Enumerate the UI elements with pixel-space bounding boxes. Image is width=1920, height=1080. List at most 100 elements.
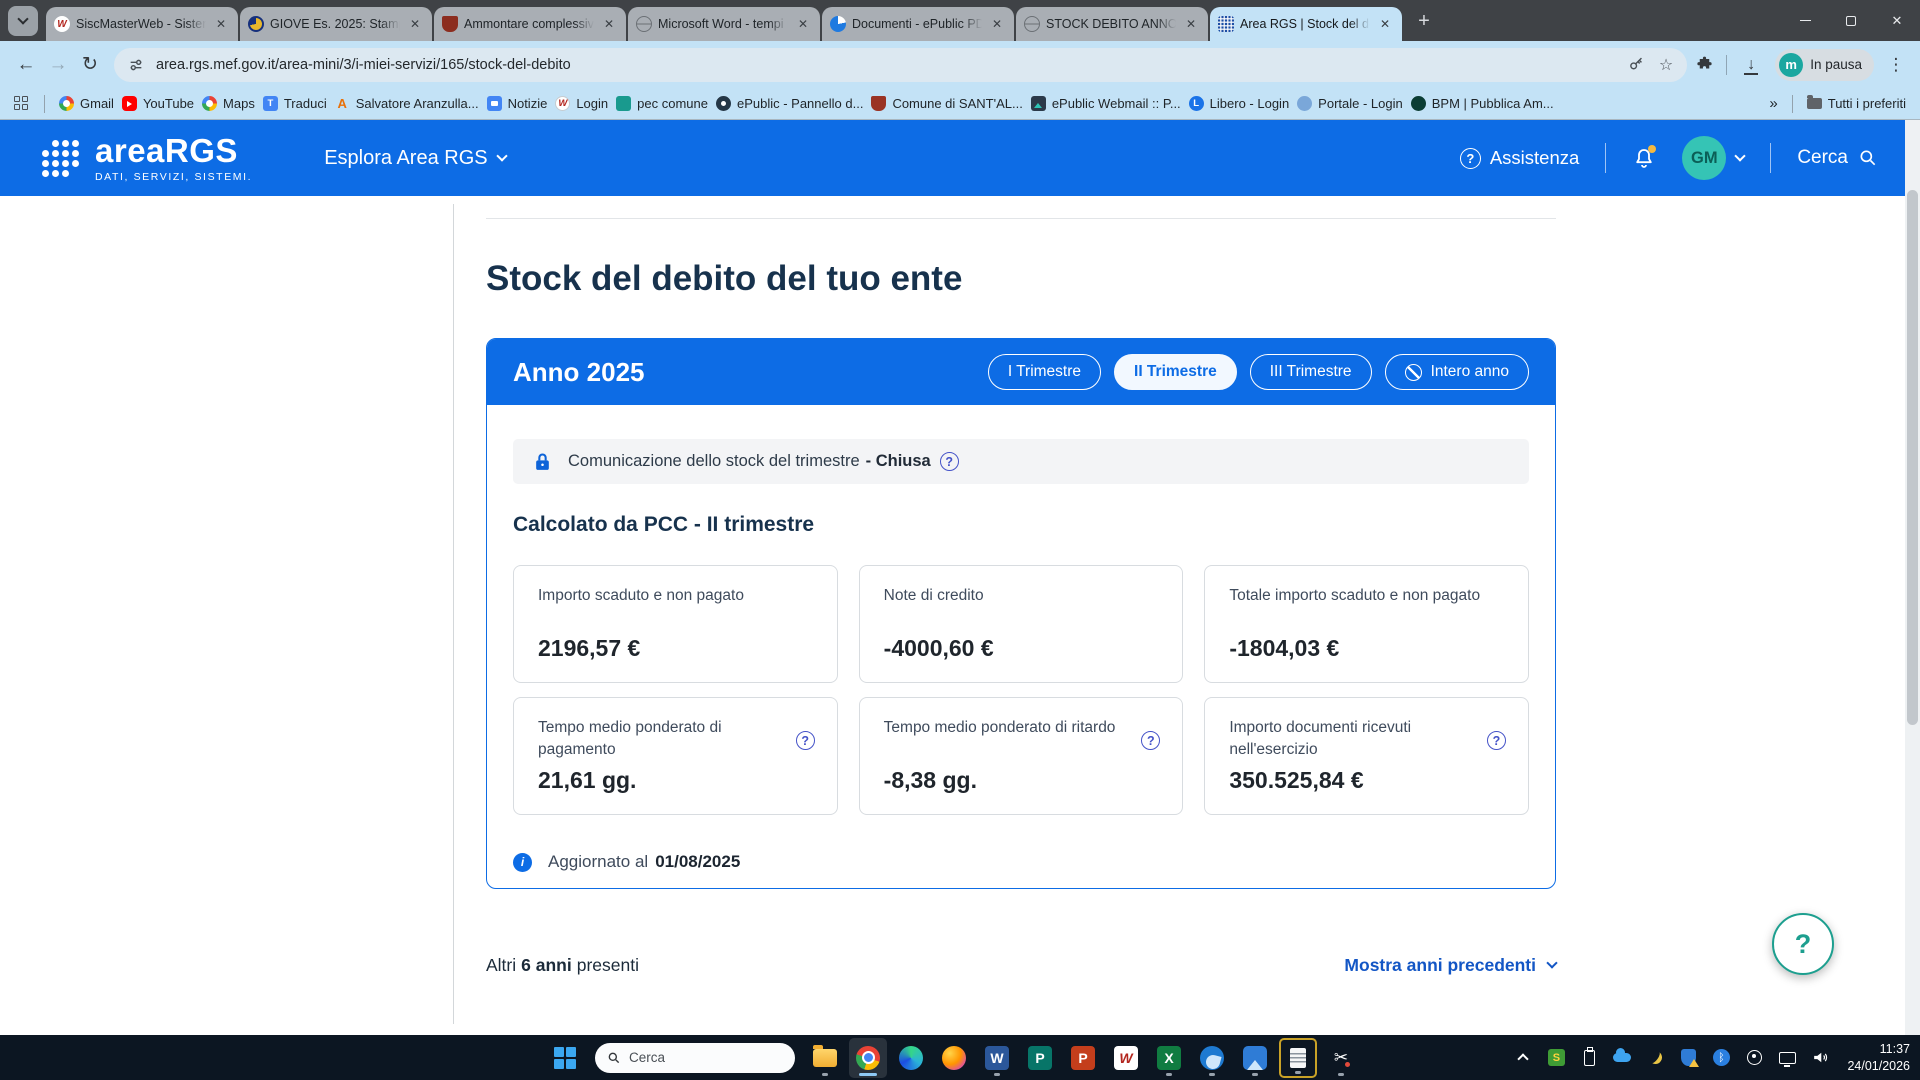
- bookmark-gmail[interactable]: Gmail: [59, 96, 114, 111]
- taskbar-photos[interactable]: [1236, 1038, 1274, 1078]
- shield-warning-icon: [1681, 1049, 1696, 1066]
- volume-tray-icon[interactable]: [1810, 1048, 1830, 1068]
- bookmark-epublic-pannello[interactable]: ePublic - Pannello d...: [716, 96, 863, 111]
- browser-tab[interactable]: Microsoft Word - tempi medi p ✕: [628, 7, 820, 41]
- browser-tab[interactable]: GIOVE Es. 2025: Stampa Quadri ✕: [240, 7, 432, 41]
- extensions-icon[interactable]: [1695, 55, 1714, 74]
- bluetooth-tray-icon[interactable]: ᛒ: [1711, 1048, 1731, 1068]
- help-fab-button[interactable]: ?: [1772, 913, 1834, 975]
- close-window-button[interactable]: ✕: [1874, 0, 1920, 41]
- bookmark-comune[interactable]: Comune di SANT'AL...: [871, 96, 1022, 111]
- bookmark-star-icon[interactable]: ☆: [1659, 55, 1673, 75]
- taskbar-edge[interactable]: [892, 1038, 930, 1078]
- close-icon[interactable]: ✕: [1182, 15, 1200, 33]
- all-bookmarks-button[interactable]: Tutti i preferiti: [1807, 96, 1906, 111]
- close-icon[interactable]: ✕: [1376, 15, 1394, 33]
- site-settings-icon[interactable]: [128, 57, 144, 73]
- browser-menu-icon[interactable]: ⋮: [1886, 55, 1906, 75]
- assistance-link[interactable]: ? Assistenza: [1460, 147, 1579, 169]
- bpm-icon: [1411, 96, 1426, 111]
- help-icon[interactable]: ?: [1487, 731, 1506, 750]
- close-icon[interactable]: ✕: [600, 15, 618, 33]
- translate-icon: T: [263, 96, 278, 111]
- help-icon[interactable]: ?: [940, 452, 959, 471]
- notifications-button[interactable]: [1632, 146, 1656, 170]
- taskbar-notes[interactable]: [1279, 1038, 1317, 1078]
- taskbar-chrome[interactable]: [849, 1038, 887, 1078]
- browser-tab-active[interactable]: Area RGS | Stock del debito ✕: [1210, 7, 1402, 41]
- apps-grid-icon[interactable]: [14, 96, 30, 112]
- tab-trimestre-1[interactable]: I Trimestre: [988, 354, 1101, 390]
- bookmark-notizie[interactable]: Notizie: [487, 96, 548, 111]
- maximize-button[interactable]: [1828, 0, 1874, 41]
- reload-button[interactable]: ↻: [74, 49, 106, 81]
- bookmarks-overflow-icon[interactable]: »: [1769, 95, 1777, 112]
- close-icon[interactable]: ✕: [794, 15, 812, 33]
- new-tab-button[interactable]: +: [1410, 7, 1438, 35]
- accessibility-tray-icon[interactable]: [1744, 1048, 1764, 1068]
- banana-tray-icon[interactable]: [1645, 1048, 1665, 1068]
- onedrive-tray-icon[interactable]: [1612, 1048, 1632, 1068]
- browser-tab[interactable]: W SiscMasterWeb - Sistema Infor ✕: [46, 7, 238, 41]
- scrollbar-thumb[interactable]: [1907, 190, 1918, 725]
- taskbar-clock[interactable]: 11:37 24/01/2026: [1847, 1041, 1910, 1074]
- help-icon[interactable]: ?: [796, 731, 815, 750]
- browser-tab[interactable]: STOCK DEBITO ANNO 2024 - D ✕: [1016, 7, 1208, 41]
- bookmark-webmail[interactable]: ePublic Webmail :: P...: [1031, 96, 1181, 111]
- url-text[interactable]: area.rgs.mef.gov.it/area-mini/3/i-miei-s…: [156, 57, 1614, 73]
- site-search-button[interactable]: Cerca: [1797, 147, 1878, 169]
- metric-value: -8,38 gg.: [884, 767, 1159, 794]
- bookmark-maps[interactable]: Maps: [202, 96, 255, 111]
- taskbar-excel[interactable]: X: [1150, 1038, 1188, 1078]
- taskbar-powerpoint[interactable]: P: [1064, 1038, 1102, 1078]
- back-button[interactable]: ←: [10, 49, 42, 81]
- bookmark-pec-comune[interactable]: pec comune: [616, 96, 708, 111]
- explore-menu[interactable]: Esplora Area RGS: [324, 147, 505, 170]
- supremo-tray-icon[interactable]: S: [1546, 1048, 1566, 1068]
- close-icon[interactable]: ✕: [212, 15, 230, 33]
- password-key-icon[interactable]: [1628, 56, 1645, 73]
- browser-tab[interactable]: Ammontare complessivo dei de ✕: [434, 7, 626, 41]
- tab-intero-anno[interactable]: Intero anno: [1385, 354, 1529, 390]
- usb-tray-icon[interactable]: [1579, 1048, 1599, 1068]
- system-tray: S ᛒ 11:37 24/01/2026: [1513, 1035, 1910, 1080]
- taskbar-search[interactable]: Cerca: [595, 1043, 795, 1073]
- browser-tab[interactable]: Documenti - ePublic PDC ✕: [822, 7, 1014, 41]
- tab-search-button[interactable]: [8, 6, 38, 36]
- close-icon[interactable]: ✕: [406, 15, 424, 33]
- page-scrollbar[interactable]: [1905, 120, 1920, 1035]
- rgs-logo[interactable]: areaRGS DATI, SERVIZI, SISTEMI.: [95, 134, 252, 183]
- taskbar-publisher[interactable]: P: [1021, 1038, 1059, 1078]
- user-menu[interactable]: GM: [1682, 136, 1744, 180]
- show-previous-years-link[interactable]: Mostra anni precedenti: [1344, 955, 1556, 976]
- bookmark-portale[interactable]: Portale - Login: [1297, 96, 1403, 111]
- start-button[interactable]: [546, 1039, 584, 1077]
- bookmark-aranzulla[interactable]: ASalvatore Aranzulla...: [335, 96, 479, 111]
- years-footer: Altri 6 anni presenti Mostra anni preced…: [486, 955, 1556, 976]
- tab-trimestre-3[interactable]: III Trimestre: [1250, 354, 1372, 390]
- bookmark-libero[interactable]: LLibero - Login: [1189, 96, 1290, 111]
- taskbar-file-explorer[interactable]: [806, 1038, 844, 1078]
- help-icon[interactable]: ?: [1141, 731, 1160, 750]
- firefox-icon: [942, 1046, 966, 1070]
- bookmark-bpm[interactable]: BPM | Pubblica Am...: [1411, 96, 1554, 111]
- tab-trimestre-2-active[interactable]: II Trimestre: [1114, 354, 1237, 390]
- profile-chip[interactable]: m In pausa: [1775, 49, 1874, 81]
- taskbar-snipping-tool[interactable]: ✂: [1322, 1038, 1360, 1078]
- bookmark-youtube[interactable]: YouTube: [122, 96, 194, 111]
- taskbar-thunderbird[interactable]: [1193, 1038, 1231, 1078]
- taskbar-firefox[interactable]: [935, 1038, 973, 1078]
- address-bar[interactable]: area.rgs.mef.gov.it/area-mini/3/i-miei-s…: [114, 48, 1687, 82]
- downloads-icon[interactable]: ↓: [1739, 56, 1763, 74]
- divider: [1726, 55, 1727, 75]
- security-tray-icon[interactable]: [1678, 1048, 1698, 1068]
- bookmark-traduci[interactable]: TTraduci: [263, 96, 327, 111]
- display-tray-icon[interactable]: [1777, 1048, 1797, 1068]
- taskbar-word[interactable]: W: [978, 1038, 1016, 1078]
- taskbar-siscmasterweb[interactable]: W: [1107, 1038, 1145, 1078]
- minimize-button[interactable]: [1782, 0, 1828, 41]
- bookmark-login[interactable]: WLogin: [555, 96, 608, 111]
- forward-button[interactable]: →: [42, 49, 74, 81]
- tray-expand-button[interactable]: [1513, 1048, 1533, 1068]
- close-icon[interactable]: ✕: [988, 15, 1006, 33]
